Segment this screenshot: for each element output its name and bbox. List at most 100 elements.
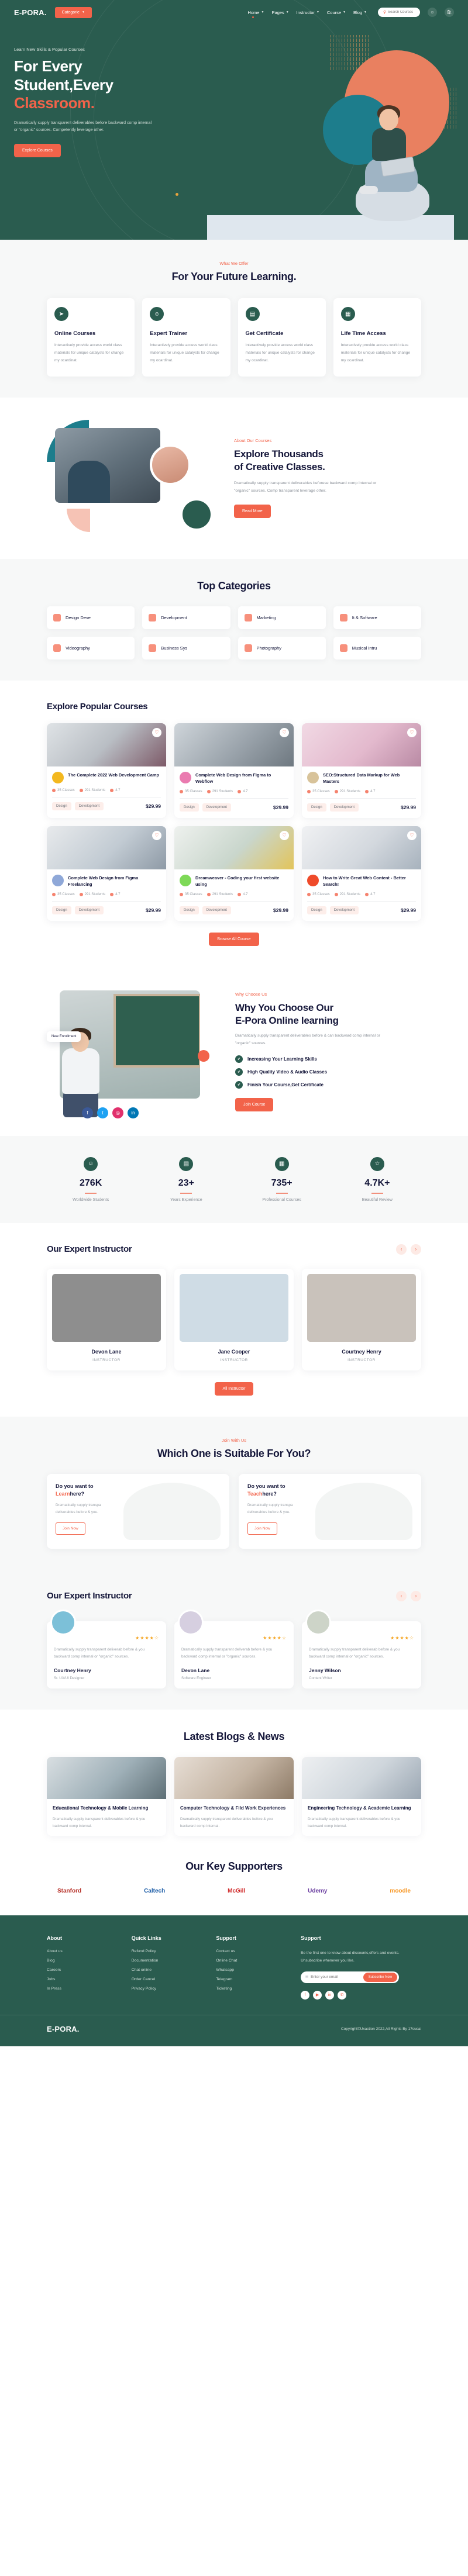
favorite-heart-icon[interactable]: ♡ <box>152 727 161 737</box>
course-tag[interactable]: Design <box>307 803 326 812</box>
join-now-button[interactable]: Join Now <box>247 1522 277 1535</box>
chevron-left-icon[interactable]: ‹ <box>396 1244 407 1255</box>
course-price: $29.99 <box>273 804 288 810</box>
category-card-marketing[interactable]: Marketing <box>238 606 326 629</box>
chevron-right-icon[interactable]: › <box>411 1244 421 1255</box>
course-tag[interactable]: Development <box>329 906 359 914</box>
blog-card[interactable]: Engineering Technology & Academic Learni… <box>302 1756 421 1836</box>
cart-icon[interactable]: 🛍 <box>445 8 454 17</box>
offer-card[interactable]: ▤ Get Certificate Interactively provide … <box>238 298 326 377</box>
whatsapp-icon[interactable]: ✆ <box>338 1990 347 2000</box>
footer-column-title: About <box>47 1935 62 1941</box>
category-card-it-software[interactable]: It & Software <box>333 606 421 629</box>
favorite-heart-icon[interactable]: ♡ <box>152 830 161 840</box>
footer-link[interactable]: Jobs <box>47 1977 122 1981</box>
course-tag[interactable]: Development <box>74 802 104 810</box>
linkedin-icon[interactable]: in <box>325 1990 335 2000</box>
footer-link[interactable]: Chat online <box>132 1968 207 1972</box>
course-tag[interactable]: Design <box>52 802 71 810</box>
play-badge[interactable] <box>198 1049 209 1062</box>
footer-link[interactable]: Refund Policy <box>132 1949 207 1953</box>
logo[interactable]: E-PORA. <box>14 8 47 17</box>
category-card-business[interactable]: Business Sys <box>142 636 230 659</box>
instructor-card[interactable]: Devon Lane INSTRUCTOR <box>47 1268 166 1370</box>
category-card-design[interactable]: Design Deve <box>47 606 135 629</box>
categories-button[interactable]: Categorie ▼ <box>54 6 92 18</box>
footer-link[interactable]: Privacy Policy <box>132 1987 207 1991</box>
favorite-heart-icon[interactable]: ♡ <box>407 830 417 840</box>
category-card-videography[interactable]: Videography <box>47 636 135 659</box>
course-rating: 4.7 <box>238 892 247 896</box>
course-card[interactable]: ♡ Complete Web Design from Figma to Webfl… <box>174 723 294 818</box>
facebook-icon[interactable]: f <box>301 1990 310 2000</box>
all-instructor-button[interactable]: All Instructor <box>214 1382 254 1396</box>
nav-item-course[interactable]: Course ▼ <box>327 10 346 15</box>
footer-link[interactable]: In Press <box>47 1987 122 1991</box>
browse-all-courses-button[interactable]: Browse All Course <box>209 932 259 946</box>
hero-illustration <box>207 25 454 240</box>
offer-title: For Your Future Learning. <box>171 271 297 282</box>
offer-card[interactable]: ▦ Life Time Access Interactively provide… <box>333 298 421 377</box>
favorite-heart-icon[interactable]: ♡ <box>280 727 289 737</box>
footer-link[interactable]: Order Cancel <box>132 1977 207 1981</box>
chevron-left-icon[interactable]: ‹ <box>396 1590 407 1601</box>
search-input[interactable] <box>388 11 415 14</box>
course-card[interactable]: ♡ SEO:Structured Data Markup for Web Mast… <box>302 723 421 818</box>
course-card[interactable]: ♡ The Complete 2022 Web Development Camp 3… <box>47 723 166 818</box>
instructor-card[interactable]: Courtney Henry INSTRUCTOR <box>302 1268 421 1370</box>
instagram-icon[interactable]: ◎ <box>112 1107 123 1118</box>
blog-card[interactable]: Computer Technology & Fild Work Experien… <box>174 1756 294 1836</box>
footer-link[interactable]: Blog <box>47 1959 122 1963</box>
course-tag[interactable]: Design <box>180 906 199 914</box>
nav-item-home[interactable]: Home ▼ <box>247 10 264 18</box>
chevron-right-icon[interactable]: › <box>411 1590 421 1601</box>
footer-link[interactable]: Ticketing <box>216 1987 291 1991</box>
stats-grid: ☺ 276K Worldwide Students ▤ 23+ Years Ex… <box>47 1156 421 1202</box>
course-card[interactable]: ♡ Complete Web Design from Figma Freelanc… <box>47 826 166 921</box>
course-tag[interactable]: Design <box>52 906 71 914</box>
category-card-musical[interactable]: Musical Intru <box>333 636 421 659</box>
offer-card[interactable]: ☺ Expert Trainer Interactively provide a… <box>142 298 230 377</box>
subscribe-button[interactable]: Subscribe Now <box>363 1972 398 1982</box>
footer-link[interactable]: Contact us <box>216 1949 291 1953</box>
category-card-photography[interactable]: Photography <box>238 636 326 659</box>
instructor-card[interactable]: Jane Cooper INSTRUCTOR <box>174 1268 294 1370</box>
decorative-ground <box>207 215 454 240</box>
course-tag[interactable]: Development <box>74 906 104 914</box>
students-icon <box>334 789 338 793</box>
join-now-button[interactable]: Join Now <box>56 1522 85 1535</box>
footer-link[interactable]: Online Chat <box>216 1959 291 1963</box>
course-card[interactable]: ♡ Dreamweaver - Coding your first website… <box>174 826 294 921</box>
nav-item-blog[interactable]: Blog ▼ <box>353 10 367 15</box>
youtube-icon[interactable]: ▶ <box>313 1990 322 2000</box>
nav-item-instructor[interactable]: Instructor ▼ <box>297 10 319 15</box>
footer-link[interactable]: Whatsapp <box>216 1968 291 1972</box>
explore-courses-button[interactable]: Explore Courses <box>14 143 61 157</box>
chevron-down-icon: ▼ <box>364 11 367 14</box>
email-input[interactable] <box>311 1975 363 1979</box>
blog-card[interactable]: Educational Technology & Mobile Learning… <box>47 1756 166 1836</box>
course-tag[interactable]: Design <box>307 906 326 914</box>
footer-link[interactable]: Careers <box>47 1968 122 1972</box>
category-card-development[interactable]: Development <box>142 606 230 629</box>
search-box[interactable]: ⚲ <box>378 8 420 17</box>
footer-link[interactable]: Documentation <box>132 1959 207 1963</box>
nav-item-pages[interactable]: Pages ▼ <box>271 10 288 15</box>
favorite-heart-icon[interactable]: ♡ <box>407 727 417 737</box>
linkedin-icon[interactable]: in <box>128 1107 139 1118</box>
account-icon[interactable]: ☺ <box>428 8 437 17</box>
offer-card[interactable]: ➤ Online Courses Interactively provide a… <box>47 298 135 377</box>
join-course-button[interactable]: Join Course <box>235 1098 274 1112</box>
facebook-icon[interactable]: f <box>82 1107 93 1118</box>
course-tag[interactable]: Development <box>202 803 232 812</box>
course-tag[interactable]: Development <box>329 803 359 812</box>
footer-link[interactable]: About us <box>47 1949 122 1953</box>
twitter-icon[interactable]: t <box>97 1107 108 1118</box>
course-card[interactable]: ♡ How to Write Great Web Content - Better… <box>302 826 421 921</box>
favorite-heart-icon[interactable]: ♡ <box>280 830 289 840</box>
read-more-button[interactable]: Read More <box>234 504 271 518</box>
footer-logo[interactable]: E-PORA. <box>47 2025 80 2033</box>
course-tag[interactable]: Design <box>180 803 199 812</box>
footer-link[interactable]: Telegram <box>216 1977 291 1981</box>
course-tag[interactable]: Development <box>202 906 232 914</box>
